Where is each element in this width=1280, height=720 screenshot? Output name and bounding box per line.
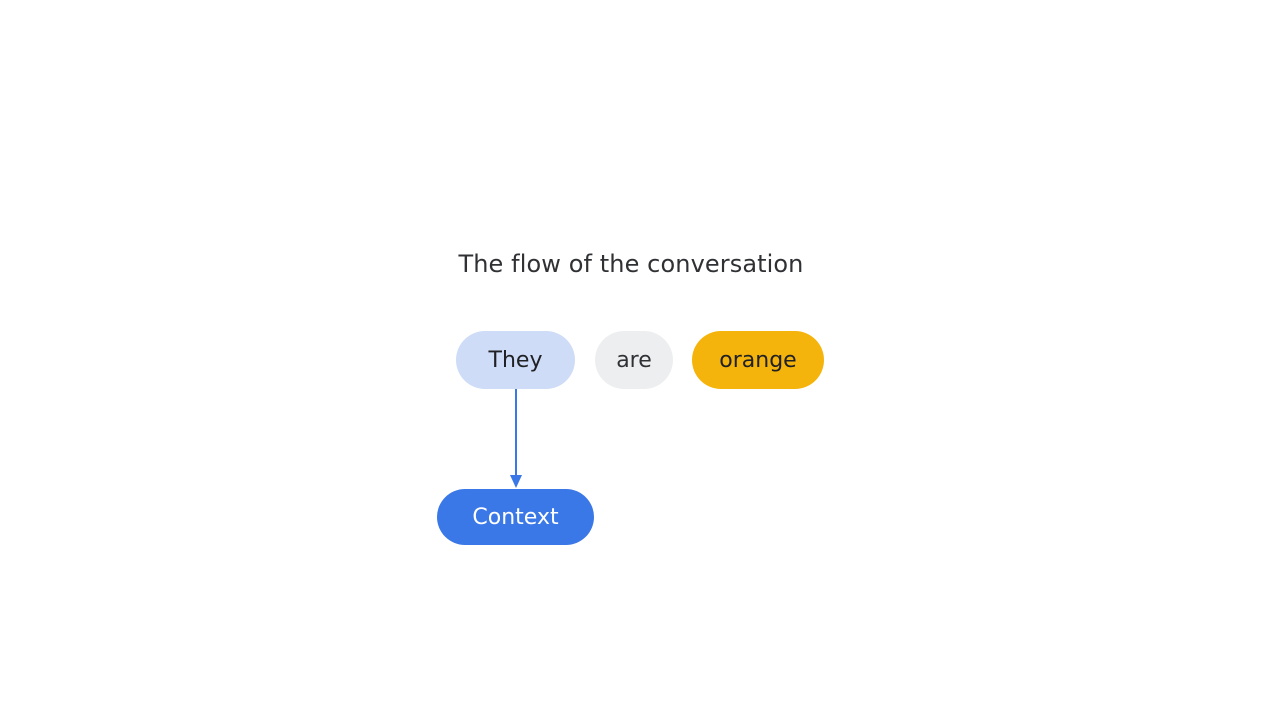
- arrow-head: [510, 475, 522, 488]
- token-orange-label: orange: [719, 347, 797, 373]
- context-label: Context: [472, 504, 559, 530]
- token-are-label: are: [616, 347, 652, 373]
- token-orange: orange: [692, 331, 824, 389]
- down-arrow-connector: [510, 389, 522, 488]
- diagram-title: The flow of the conversation: [458, 250, 804, 278]
- token-are: are: [595, 331, 673, 389]
- token-they: They: [456, 331, 575, 389]
- context-node: Context: [437, 489, 594, 545]
- token-they-label: They: [488, 347, 543, 373]
